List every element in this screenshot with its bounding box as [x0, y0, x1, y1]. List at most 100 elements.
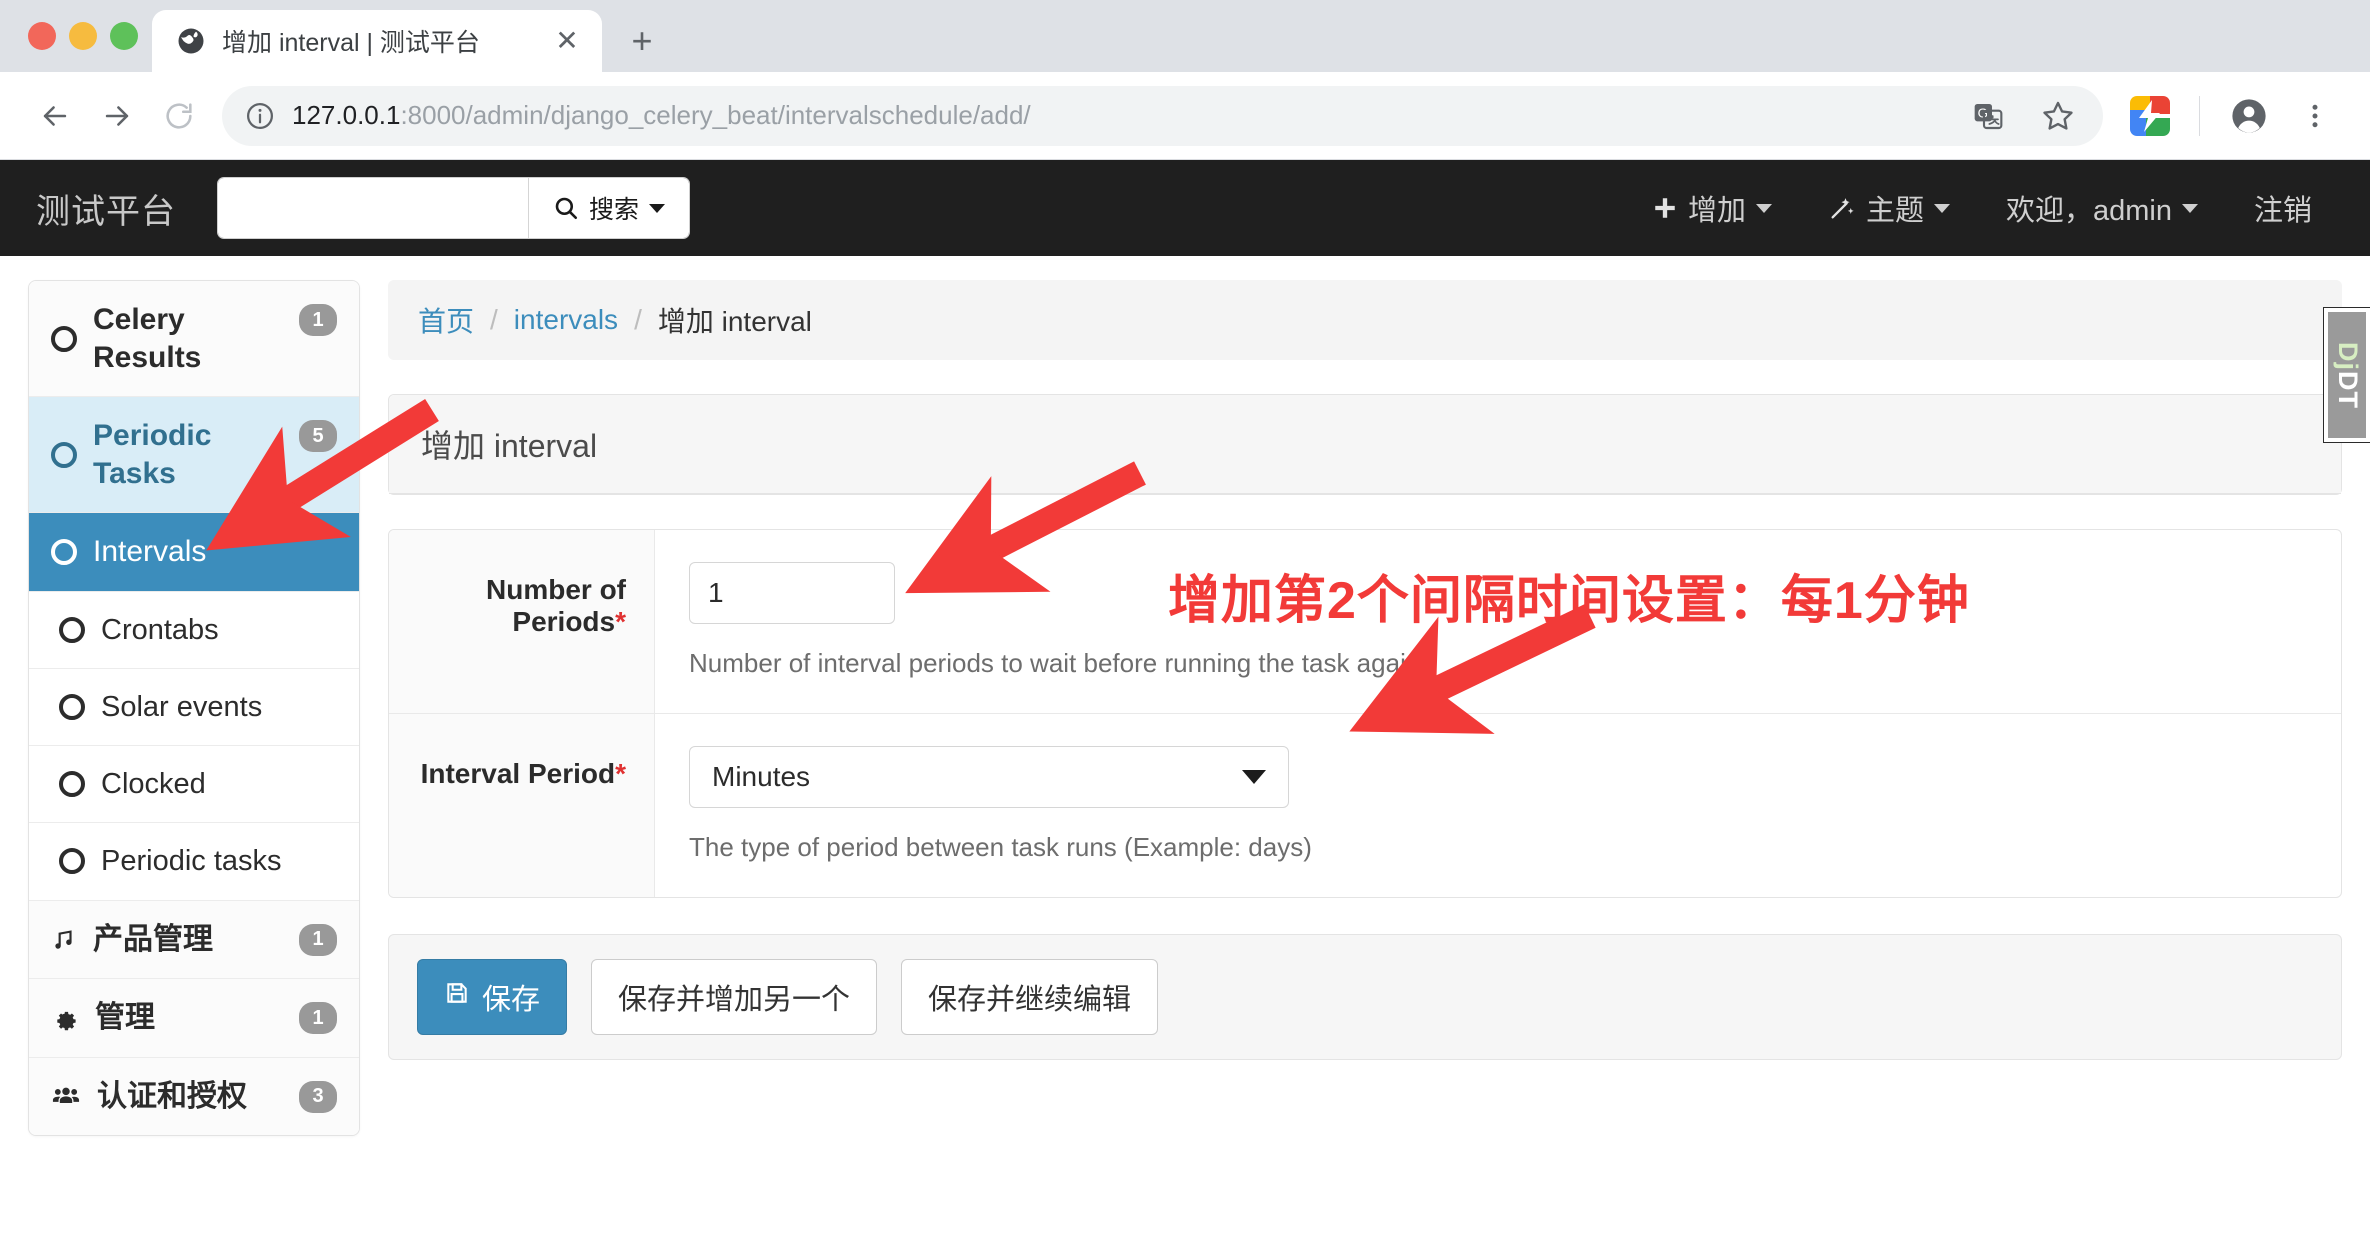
django-debug-toolbar-handle[interactable]: DjDT	[2324, 308, 2370, 442]
three-dot-menu-icon[interactable]	[2284, 85, 2346, 147]
address-bar[interactable]: 127.0.0.1:8000/admin/django_celery_beat/…	[222, 85, 2103, 147]
sidebar-item-label: Solar events	[101, 690, 263, 723]
close-window-button[interactable]	[28, 22, 56, 50]
gear-icon	[51, 1004, 79, 1032]
search-icon	[555, 197, 578, 220]
tab-close-icon[interactable]: ✕	[550, 24, 584, 58]
sidebar-item-intervals[interactable]: Intervals	[29, 513, 359, 592]
maximize-window-button[interactable]	[110, 22, 138, 50]
ring-icon	[59, 848, 85, 875]
chevron-down-icon	[1755, 203, 1772, 213]
breadcrumb-separator: /	[490, 304, 498, 335]
nav-item-logout-label: 注销	[2253, 195, 2312, 227]
minimize-window-button[interactable]	[69, 22, 97, 50]
sidebar-badge: 5	[299, 420, 337, 452]
search-input[interactable]	[218, 178, 528, 238]
sidebar-item-label: Periodic Tasks	[93, 419, 212, 490]
save-button-label: 保存	[482, 984, 541, 1016]
sidebar-item-label: Clocked	[101, 768, 206, 800]
djdt-dj-label: Dj	[2332, 341, 2363, 371]
nav-item-logout[interactable]: 注销	[2226, 187, 2340, 229]
chevron-down-icon	[1242, 770, 1266, 784]
sidebar-item-label: 产品管理	[93, 922, 213, 956]
save-and-add-another-button[interactable]: 保存并增加另一个	[591, 959, 878, 1035]
nav-item-theme-label: 主题	[1865, 195, 1924, 227]
sidebar-item-celery-results[interactable]: Celery Results 1	[29, 281, 359, 397]
ring-icon	[51, 325, 77, 352]
nav-item-user[interactable]: 欢迎，admin	[1978, 187, 2226, 229]
sidebar-item-periodic-tasks-group[interactable]: Periodic Tasks 5	[29, 397, 359, 513]
nav-item-add-label: 增加	[1687, 195, 1746, 227]
save-button[interactable]: 保存	[417, 959, 568, 1035]
toolbar-right-actions	[2119, 85, 2346, 147]
ring-icon	[51, 538, 77, 565]
sidebar-badge: 1	[299, 304, 337, 336]
globe-icon	[176, 26, 206, 56]
nav-item-user-label: 欢迎，admin	[2005, 195, 2172, 227]
browser-tab[interactable]: 增加 interval | 测试平台 ✕	[152, 10, 602, 72]
profile-avatar-icon[interactable]	[2218, 85, 2280, 147]
reload-icon[interactable]	[148, 85, 210, 147]
sidebar-item-label: Intervals	[93, 535, 207, 568]
ring-icon	[59, 693, 85, 720]
field-container-interval-period: Minutes The type of period between task …	[655, 714, 2341, 897]
sidebar-item-management[interactable]: 管理 1	[29, 979, 359, 1058]
chevron-down-icon	[649, 203, 666, 213]
field-label-text: Number of Periods	[486, 574, 626, 637]
field-label-number-of-periods: Number of Periods*	[389, 530, 655, 713]
main-content: 首页 / intervals / 增加 interval 增加 interval…	[388, 280, 2342, 1060]
magic-wand-icon	[1828, 194, 1856, 222]
extension-icon[interactable]	[2119, 85, 2181, 147]
page-viewport: 测试平台 搜索 增加 主题 欢迎，admin 注销 DjDT Celery Re…	[0, 160, 2370, 1254]
required-marker: *	[615, 606, 626, 637]
ring-icon	[59, 771, 85, 798]
sidebar-item-crontabs[interactable]: Crontabs	[29, 591, 359, 669]
forward-icon[interactable]	[86, 85, 148, 147]
browser-window: 增加 interval | 测试平台 ✕ + 127.0.0.1:8000/ad…	[0, 0, 2370, 1254]
ring-icon	[59, 616, 85, 643]
toolbar-divider	[2199, 95, 2200, 136]
save-and-continue-button[interactable]: 保存并继续编辑	[901, 959, 1159, 1035]
sidebar-badge: 1	[299, 923, 337, 956]
breadcrumb-section-link[interactable]: intervals	[514, 304, 618, 336]
brand-title[interactable]: 测试平台	[36, 184, 176, 233]
field-help-interval-period: The type of period between task runs (Ex…	[689, 832, 1312, 862]
sidebar-item-label: 管理	[95, 1001, 155, 1034]
number-of-periods-input[interactable]	[689, 562, 895, 624]
sidebar-item-solar-events[interactable]: Solar events	[29, 668, 359, 746]
music-note-icon	[51, 925, 77, 953]
nav-item-theme[interactable]: 主题	[1800, 187, 1978, 229]
sidebar-item-periodic-tasks[interactable]: Periodic tasks	[29, 823, 359, 901]
breadcrumb: 首页 / intervals / 增加 interval	[388, 280, 2342, 360]
field-help-number-of-periods: Number of interval periods to wait befor…	[689, 648, 1421, 678]
interval-period-select[interactable]: Minutes	[689, 746, 1289, 808]
app-navbar: 测试平台 搜索 增加 主题 欢迎，admin 注销	[0, 160, 2370, 256]
new-tab-button[interactable]: +	[616, 15, 668, 67]
users-icon	[51, 1082, 81, 1110]
nav-item-add[interactable]: 增加	[1624, 187, 1800, 229]
svg-text:G: G	[1978, 105, 1988, 120]
browser-toolbar: 127.0.0.1:8000/admin/django_celery_beat/…	[0, 72, 2370, 160]
annotation-note: 增加第2个间隔时间设置：每1分钟	[1168, 572, 1970, 630]
window-traffic-lights	[28, 22, 138, 50]
sidebar-item-label: Celery Results	[93, 303, 202, 374]
url-host: 127.0.0.1	[292, 100, 401, 130]
panel-title: 增加 interval	[389, 395, 2341, 494]
info-icon[interactable]	[244, 100, 276, 132]
translate-icon[interactable]: G	[1957, 85, 2019, 147]
breadcrumb-home-link[interactable]: 首页	[418, 300, 474, 340]
field-label-text: Interval Period	[420, 758, 616, 789]
required-marker: *	[615, 758, 626, 789]
form-panel: 增加 interval	[388, 394, 2342, 495]
sidebar-badge: 3	[299, 1080, 337, 1113]
search-button-label: 搜索	[589, 196, 640, 224]
sidebar-item-auth[interactable]: 认证和授权 3	[29, 1057, 359, 1135]
search-button[interactable]: 搜索	[528, 178, 690, 238]
breadcrumb-separator: /	[634, 304, 642, 335]
omnibox-actions: G	[1957, 85, 2089, 147]
back-icon[interactable]	[24, 85, 86, 147]
star-icon[interactable]	[2027, 85, 2089, 147]
tab-title: 增加 interval | 测试平台	[222, 29, 480, 57]
sidebar-item-clocked[interactable]: Clocked	[29, 746, 359, 824]
sidebar-item-product-management[interactable]: 产品管理 1	[29, 900, 359, 979]
